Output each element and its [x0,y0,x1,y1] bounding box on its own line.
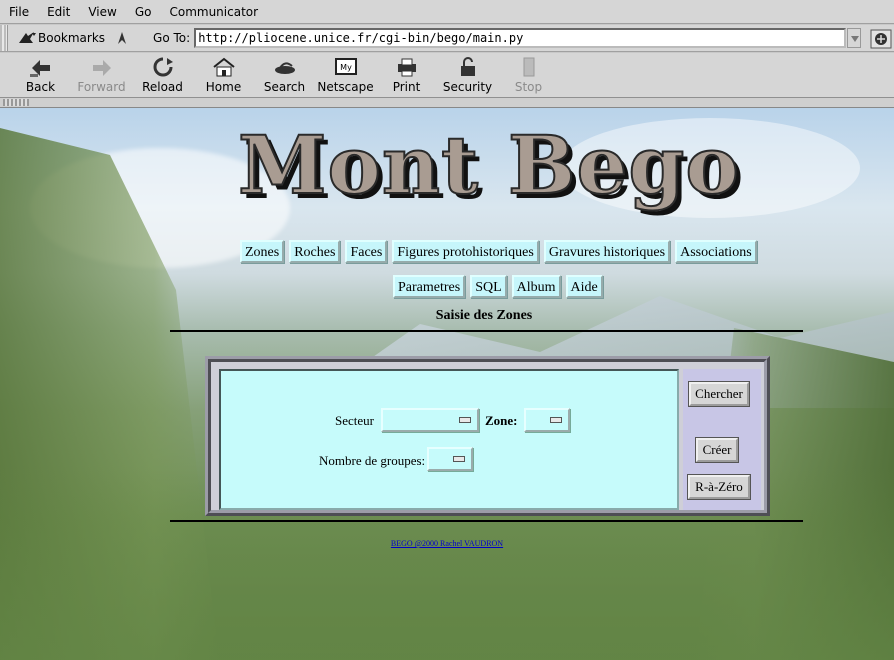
search-submit-button[interactable]: Chercher [688,381,750,407]
forward-icon [92,60,111,76]
nav-gravures-historiques[interactable]: Gravures historiques [543,240,671,263]
nav-aide[interactable]: Aide [565,275,603,298]
forward-button[interactable]: Forward [71,53,132,94]
bookmarks-button[interactable]: Bookmarks [16,29,135,47]
reload-label: Reload [142,80,183,94]
url-input[interactable]: http://pliocene.unice.fr/cgi-bin/bego/ma… [194,28,847,48]
location-bar: Bookmarks Go To: http://pliocene.unice.f… [0,25,894,52]
print-label: Print [392,80,421,94]
nav-zones[interactable]: Zones [240,240,285,263]
toolbar-grip[interactable] [0,25,8,51]
page-proxy-icon[interactable] [113,29,135,47]
reload-icon [153,57,173,77]
search-button[interactable]: Search [254,53,315,94]
zone-select[interactable] [524,408,570,432]
netscape-icon: My [334,58,357,75]
create-button[interactable]: Créer [695,437,739,463]
toolbar-collapse-strip[interactable] [0,98,894,108]
nav-sql[interactable]: SQL [470,275,507,298]
menu-go[interactable]: Go [130,5,157,19]
home-icon [212,57,235,77]
menu-view[interactable]: View [83,5,121,19]
netscape-label: Netscape [317,80,374,94]
nav-figures-protohistoriques[interactable]: Figures protohistoriques [392,240,539,263]
main-nav: Zones Roches Faces Figures protohistoriq… [240,240,757,263]
navigation-toolbar: Back Forward Reload Home Search My Netsc… [0,53,894,98]
footer: BEGO @2000 Rachel VAUDRON [0,531,894,550]
nav-roches[interactable]: Roches [289,240,341,263]
stop-button[interactable]: Stop [498,53,559,94]
groupes-select[interactable] [427,447,473,471]
security-label: Security [442,80,493,94]
footer-link[interactable]: BEGO @2000 Rachel VAUDRON [391,539,503,548]
zone-form-panel: Secteur Zone: Nombre de groupes: Cherche… [205,356,770,516]
reload-button[interactable]: Reload [132,53,193,94]
nav-parametres[interactable]: Parametres [393,275,466,298]
site-title-banner: Mont Bego [237,116,748,214]
select-arrow-icon [459,417,471,423]
home-label: Home [205,80,242,94]
stop-icon [523,57,534,77]
nav-faces[interactable]: Faces [345,240,388,263]
svg-text:My: My [340,63,352,72]
back-label: Back [25,80,56,94]
bookmarks-label: Bookmarks [38,31,106,45]
reset-button[interactable]: R-à-Zéro [687,474,751,500]
nav-associations[interactable]: Associations [675,240,757,263]
netscape-button[interactable]: My Netscape [315,53,376,94]
bookmarks-icon [16,29,38,47]
home-button[interactable]: Home [193,53,254,94]
search-label: Search [263,80,306,94]
back-icon [29,60,50,77]
goto-label: Go To: [153,31,191,45]
forward-label: Forward [77,80,126,94]
secteur-label: Secteur [335,413,374,428]
divider-top [170,330,803,332]
url-dropdown-button[interactable] [847,28,862,48]
nav-album[interactable]: Album [511,275,561,298]
secteur-select[interactable] [381,408,479,432]
select-arrow-icon [550,417,562,423]
security-button[interactable]: Security [437,53,498,94]
zone-label: Zone: [485,413,518,428]
menu-file[interactable]: File [4,5,34,19]
menu-bar: File Edit View Go Communicator [0,0,894,24]
select-arrow-icon [453,456,465,462]
menu-communicator[interactable]: Communicator [164,5,263,19]
divider-bottom [170,520,803,522]
menu-edit[interactable]: Edit [42,5,75,19]
page-content: Mont Bego Zones Roches Faces Figures pro… [0,108,894,660]
zone-form-fields: Secteur Zone: Nombre de groupes: [219,369,679,510]
lock-icon [460,57,475,76]
secondary-nav: Parametres SQL Album Aide [393,275,603,298]
netscape-logo-icon[interactable] [870,29,892,49]
search-icon [274,62,295,74]
print-button[interactable]: Print [376,53,437,94]
print-icon [397,58,416,77]
form-action-bar: Chercher Créer R-à-Zéro [683,369,761,510]
site-title: Mont Bego [237,117,740,213]
groupes-label: Nombre de groupes: [319,453,426,468]
section-title: Saisie des Zones [435,308,533,323]
back-button[interactable]: Back [10,53,71,94]
stop-label: Stop [514,80,543,94]
